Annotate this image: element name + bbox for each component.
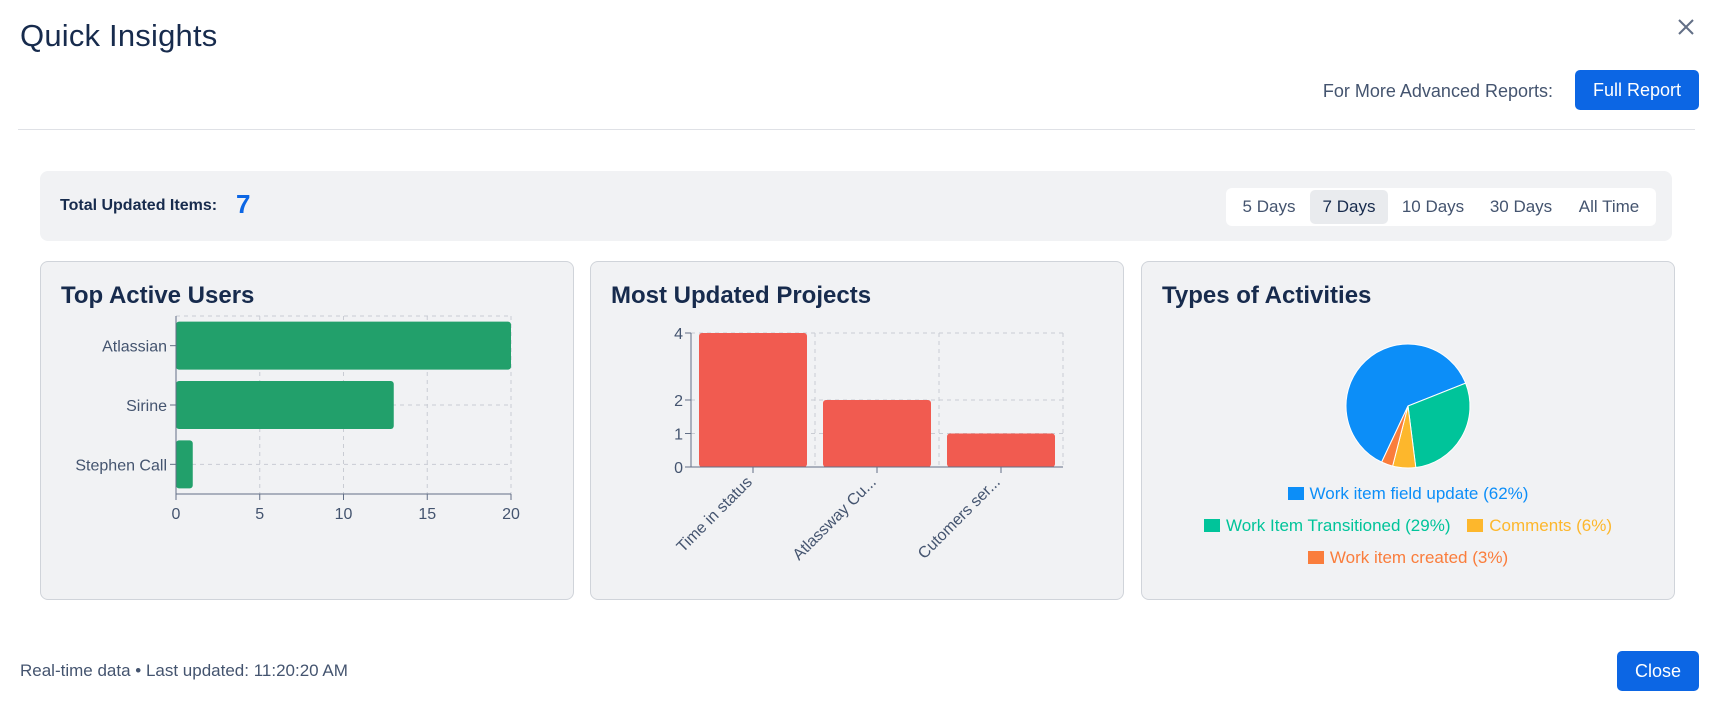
dialog-title: Quick Insights: [20, 18, 218, 53]
top-active-users-chart: Atlassian Sirine Stephen Call 0 5 10 15 20: [75, 315, 520, 523]
last-updated-text: Real-time data • Last updated: 11:20:20 …: [20, 661, 348, 680]
x-tick-label: Cutomers ser...: [915, 474, 1004, 563]
bar-1: [176, 381, 394, 429]
close-button[interactable]: Close: [1617, 651, 1699, 691]
advanced-reports-label: For More Advanced Reports:: [1322, 81, 1553, 101]
legend-swatch: [1307, 551, 1324, 564]
bar-0: [176, 321, 511, 370]
summary-bar: Total Updated Items: 7 5 Days 7 Days 10 …: [40, 171, 1672, 241]
bar-2: [176, 440, 193, 489]
legend-item-field-update[interactable]: Work item field update (62%): [1287, 484, 1529, 504]
legend-label: Work item field update (62%): [1309, 484, 1529, 503]
legend-label: Work item created (3%): [1329, 548, 1509, 567]
bar-1: [823, 400, 931, 467]
x-tick-label: 5: [255, 506, 264, 523]
most-updated-projects-chart: Time in status Atlassway Cu... Cutomers se…: [674, 326, 1064, 564]
range-tab-7-days[interactable]: 7 Days: [1310, 190, 1388, 224]
y-tick-label: Stephen Call: [75, 457, 167, 474]
legend-swatch: [1287, 487, 1304, 500]
bar-0: [699, 333, 807, 467]
legend-label: Work Item Transitioned (29%): [1225, 516, 1451, 535]
y-tick-label: 0: [674, 460, 683, 477]
range-tab-10-days[interactable]: 10 Days: [1390, 190, 1476, 224]
legend-item-created[interactable]: Work item created (3%): [1307, 548, 1509, 568]
x-tick-label: 20: [502, 506, 520, 523]
pie-legend-row-2: Work Item Transitioned (29%) Comments (6…: [1142, 516, 1674, 536]
legend-swatch: [1467, 519, 1484, 532]
full-report-button[interactable]: Full Report: [1575, 70, 1699, 110]
range-tab-all-time[interactable]: All Time: [1566, 190, 1652, 224]
x-tick-label: 15: [418, 506, 436, 523]
most-updated-projects-card: Most Updated Projects Time in status Atla…: [590, 261, 1124, 600]
top-active-users-card: Top Active Users Atlassian Sirine Stephen …: [40, 261, 574, 600]
x-tick-label: 0: [172, 506, 181, 523]
legend-item-comments[interactable]: Comments (6%): [1467, 516, 1612, 536]
legend-label: Comments (6%): [1489, 516, 1613, 535]
y-tick-label: 4: [674, 326, 683, 343]
range-tab-5-days[interactable]: 5 Days: [1230, 190, 1308, 224]
y-tick-label: Sirine: [126, 398, 167, 415]
header-divider: [18, 129, 1695, 130]
total-updated-value: 7: [236, 189, 251, 219]
x-tick-label: 10: [335, 506, 353, 523]
bar-2: [947, 433, 1055, 467]
total-updated-label: Total Updated Items:: [60, 197, 218, 214]
range-tab-30-days[interactable]: 30 Days: [1478, 190, 1564, 224]
legend-swatch: [1203, 519, 1220, 532]
y-tick-label: Atlassian: [102, 339, 167, 356]
x-tick-label: Time in status: [674, 474, 756, 556]
types-of-activities-card: Types of Activities Work item field upda…: [1141, 261, 1675, 600]
pie-legend-row-3: Work item created (3%): [1142, 548, 1674, 568]
legend-item-transitioned[interactable]: Work Item Transitioned (29%): [1203, 516, 1451, 536]
time-range-selector: 5 Days 7 Days 10 Days 30 Days All Time: [1226, 188, 1656, 226]
pie-legend-row-1: Work item field update (62%): [1142, 484, 1674, 504]
y-tick-label: 2: [674, 393, 683, 410]
close-icon[interactable]: [1671, 12, 1701, 42]
y-tick-label: 1: [674, 427, 683, 444]
x-tick-label: Atlassway Cu...: [790, 474, 880, 564]
